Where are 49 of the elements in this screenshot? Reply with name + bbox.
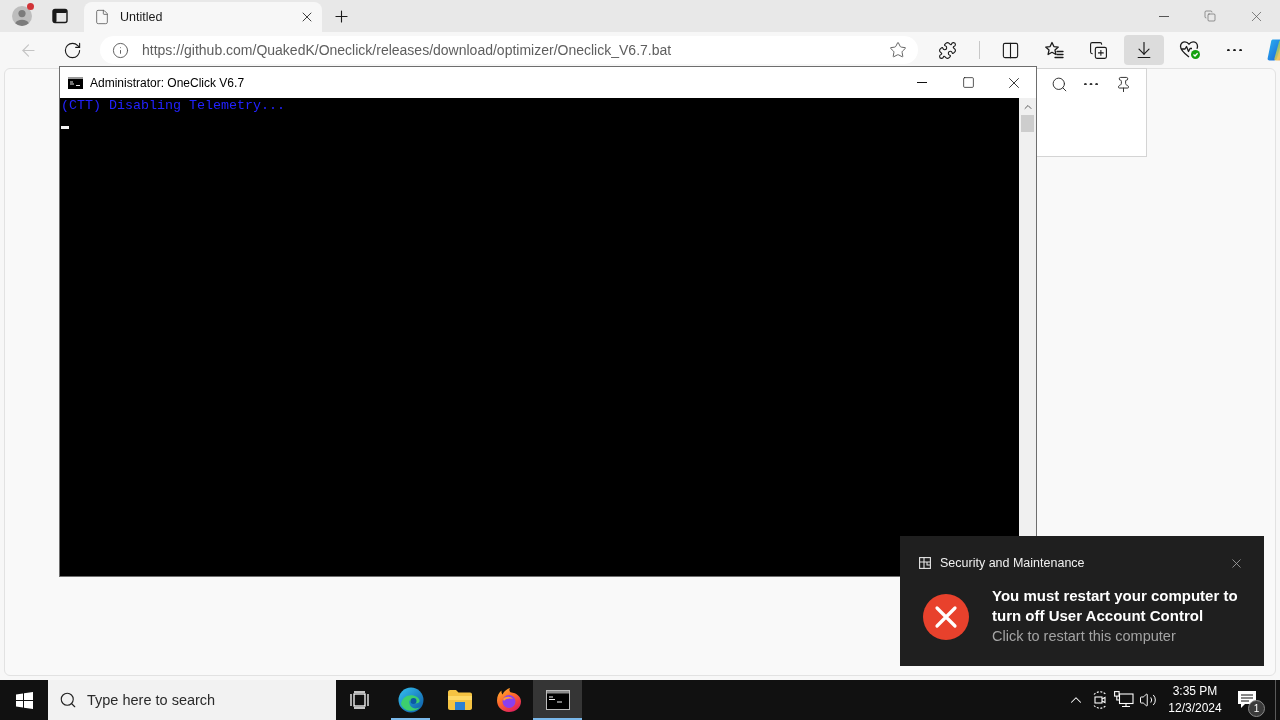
site-info-button[interactable] (110, 40, 130, 60)
columns-icon (1000, 40, 1020, 60)
search-icon (1050, 75, 1068, 93)
notification-title: You must restart your computer to turn off User Account Control (992, 586, 1239, 626)
address-bar[interactable]: https://github.com/QuakedK/Oneclick/releases/download/optimizer/Oneclick_V6.7.bat (100, 36, 918, 64)
notification-dot-icon (27, 3, 34, 10)
grid-icon (919, 557, 931, 569)
maximize-icon (961, 76, 975, 89)
star-icon (889, 41, 907, 59)
url-text: https://github.com/QuakedK/Oneclick/releases/download/optimizer/Oneclick_V6.7.bat (142, 42, 673, 58)
heart-pulse-icon (1179, 40, 1201, 60)
minimize-icon (917, 82, 927, 83)
notification-toast[interactable]: Security and Maintenance You must restart your computer to turn off User Account Control Click to restart this computer (900, 536, 1264, 666)
clock-button[interactable]: 3:35 PM 12/3/2024 (1165, 680, 1225, 720)
more-icon (1226, 48, 1242, 52)
error-icon (923, 594, 969, 640)
search-input[interactable]: Type here to search (87, 692, 307, 708)
network-icon (1114, 691, 1134, 709)
windows-logo-icon (15, 691, 33, 709)
taskbar-app-button[interactable] (533, 680, 582, 720)
minimize-icon (1159, 15, 1169, 17)
terminal-icon (545, 690, 570, 710)
search-icon (59, 691, 77, 709)
notification-count: 1 (1248, 700, 1265, 717)
task-view-icon (350, 691, 370, 709)
star-list-icon (1044, 40, 1064, 60)
puzzle-icon (937, 40, 957, 60)
window-title: Administrator: OneClick V6.7 (90, 75, 245, 90)
console-text: (CTT) Disabling Telemetry... (61, 98, 285, 114)
camera-icon (1091, 691, 1109, 709)
downloads-button[interactable] (1124, 35, 1164, 65)
scrollbar-thumb[interactable] (1021, 115, 1034, 132)
more-icon (1084, 82, 1098, 86)
search-box[interactable]: Type here to search (48, 680, 336, 720)
info-icon (111, 41, 129, 59)
restore-icon (1204, 10, 1216, 22)
folder-icon (447, 690, 472, 710)
squares-plus-icon (1088, 40, 1108, 60)
notification-message: Click to restart this computer (992, 627, 1177, 646)
swirl-logo-icon (397, 687, 424, 713)
volume-icon (1139, 691, 1157, 709)
browser-logo-icon (495, 687, 522, 713)
panel-icon (52, 8, 68, 24)
notifications-button[interactable]: 1 (1227, 680, 1267, 720)
browser-tab[interactable]: Untitled (84, 2, 322, 32)
avatar-icon (12, 6, 32, 26)
document-icon (94, 9, 110, 25)
console-icon (68, 76, 83, 89)
notification-app-name: Security and Maintenance (940, 556, 1086, 570)
